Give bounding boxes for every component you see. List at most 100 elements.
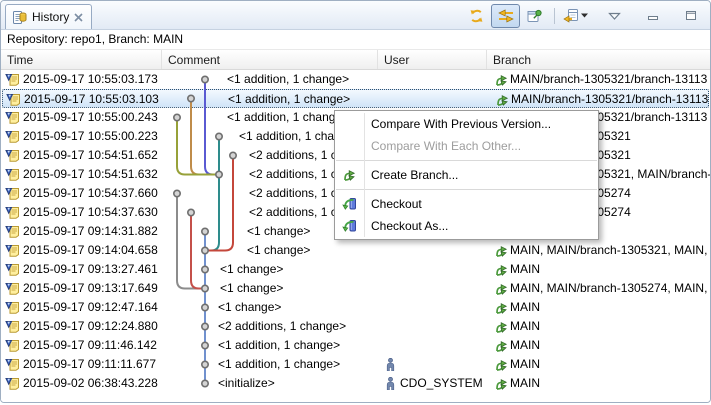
view-menu-icon xyxy=(608,12,621,20)
branch-icon xyxy=(494,263,508,276)
tab-history[interactable]: History xyxy=(5,4,92,29)
view-menu-button[interactable] xyxy=(600,4,629,28)
branch-icon xyxy=(494,244,508,257)
menu-separator xyxy=(336,189,597,190)
pin-view-button[interactable] xyxy=(520,4,549,28)
branch-cell: MAIN/branch-1305321/branch-13113 xyxy=(511,90,708,109)
table-row[interactable]: 2015-09-02 06:38:43.228 <initialize> CDO_S… xyxy=(2,374,709,393)
table-row[interactable]: 2015-09-17 09:14:04.658<1 change>MAIN, M… xyxy=(2,241,709,260)
commit-icon xyxy=(5,205,20,219)
tab-history-label: History xyxy=(32,10,69,24)
repository-info: Repository: repo1, Branch: MAIN xyxy=(1,30,710,49)
branch-icon xyxy=(342,168,356,181)
minimize-button[interactable] xyxy=(638,4,667,28)
user-icon xyxy=(386,358,395,371)
menu-item-create-branch[interactable]: Create Branch... xyxy=(335,164,598,186)
table-row[interactable]: 2015-09-17 10:55:03.103<1 addition, 1 ch… xyxy=(2,89,709,108)
context-menu: Compare With Previous Version... Compare … xyxy=(334,110,599,240)
time-cell: 2015-09-17 10:54:51.632 xyxy=(23,165,158,184)
commit-icon xyxy=(5,129,20,143)
branch-icon xyxy=(494,320,508,333)
menu-item-label: Compare With Each Other... xyxy=(371,139,521,153)
time-cell: 2015-09-17 10:55:00.243 xyxy=(23,108,158,127)
refresh-icon xyxy=(468,8,485,24)
commit-icon xyxy=(5,167,20,181)
table-mode-button[interactable] xyxy=(560,4,591,28)
table-row[interactable]: 2015-09-17 09:13:17.649<1 change>MAIN, M… xyxy=(2,279,709,298)
branch-cell: MAIN, MAIN/branch-1305321, MAIN, xyxy=(510,241,707,260)
branch-cell: MAIN xyxy=(510,336,540,355)
branch-cell: MAIN xyxy=(510,317,540,336)
close-icon[interactable] xyxy=(74,13,83,22)
refresh-button[interactable] xyxy=(462,4,491,28)
menu-item-label: Checkout As... xyxy=(371,219,448,233)
commit-icon xyxy=(5,338,20,352)
maximize-icon xyxy=(685,10,697,21)
branch-cell: MAIN/branch-1305321/branch-13113 xyxy=(510,70,707,89)
table-row[interactable]: 2015-09-17 09:12:24.880 <2 additions, 1 c… xyxy=(2,317,709,336)
user-cell: CDO_SYSTEM xyxy=(400,374,483,393)
dropdown-caret-icon xyxy=(581,13,588,18)
user-icon xyxy=(386,377,395,390)
commit-icon xyxy=(5,357,20,371)
table-row[interactable]: 2015-09-17 09:11:11.677 <1 addition, 1 ch… xyxy=(2,355,709,374)
table-header: TimeCommentUserBranch xyxy=(1,49,710,70)
comment-cell: <1 addition, 1 change> xyxy=(227,70,349,89)
branch-icon xyxy=(494,301,508,314)
commit-icon xyxy=(5,376,20,390)
time-cell: 2015-09-17 09:13:27.461 xyxy=(23,260,158,279)
menu-item-label: Checkout xyxy=(371,197,422,211)
comment-cell: <initialize> xyxy=(218,374,275,393)
view-tab-bar: History xyxy=(1,1,710,30)
column-header-user[interactable]: User xyxy=(377,50,486,69)
commit-icon xyxy=(5,110,20,124)
branch-icon xyxy=(494,377,508,390)
menu-item-label: Create Branch... xyxy=(371,168,458,182)
time-cell: 2015-09-17 09:12:47.164 xyxy=(23,298,158,317)
commit-icon xyxy=(5,319,20,333)
comment-cell: <1 addition, 1 change> xyxy=(218,355,340,374)
time-cell: 2015-09-17 09:12:24.880 xyxy=(23,317,158,336)
column-header-comment[interactable]: Comment xyxy=(161,50,377,69)
menu-item-label: Compare With Previous Version... xyxy=(371,117,551,131)
comment-cell: <1 change> xyxy=(220,279,283,298)
minimize-icon xyxy=(647,11,659,21)
branch-cell: MAIN xyxy=(510,355,540,374)
checkout-icon xyxy=(342,197,357,211)
commit-icon xyxy=(5,281,20,295)
link-arrows-icon xyxy=(498,9,514,23)
table-row[interactable]: 2015-09-17 09:12:47.164<1 change>MAIN xyxy=(2,298,709,317)
branch-cell: MAIN, MAIN/branch-1305274, MAIN, xyxy=(510,279,707,298)
table-row[interactable]: 2015-09-17 09:11:46.142 <1 addition, 1 ch… xyxy=(2,336,709,355)
comment-cell: <2 additions, 1 change> xyxy=(218,317,346,336)
commit-icon xyxy=(5,186,20,200)
branch-icon xyxy=(495,93,509,106)
branch-cell: MAIN xyxy=(510,374,540,393)
branch-icon xyxy=(494,282,508,295)
maximize-button[interactable] xyxy=(676,4,705,28)
column-header-time[interactable]: Time xyxy=(1,50,161,69)
menu-item-compare-with-previous-version[interactable]: Compare With Previous Version... xyxy=(335,113,598,135)
time-cell: 2015-09-17 09:11:11.677 xyxy=(23,355,156,374)
table-row[interactable]: 2015-09-17 09:13:27.461<1 change>MAIN xyxy=(2,260,709,279)
link-with-selection-toggle[interactable] xyxy=(491,4,520,28)
time-cell: 2015-09-17 09:14:31.882 xyxy=(23,222,158,241)
comment-cell: <1 addition, 1 change> xyxy=(228,90,350,109)
branch-cell: MAIN xyxy=(510,298,540,317)
table-row[interactable]: 2015-09-17 10:55:03.173 <1 addition, 1 ch… xyxy=(2,70,709,89)
comment-cell: <1 addition, 1 change> xyxy=(218,336,340,355)
branch-icon xyxy=(494,358,508,371)
pin-icon xyxy=(527,9,542,23)
commit-icon xyxy=(5,224,20,238)
table-arrow-icon xyxy=(563,8,579,23)
menu-item-checkout-as[interactable]: Checkout As... xyxy=(335,215,598,237)
menu-separator xyxy=(336,160,597,161)
column-header-branch[interactable]: Branch xyxy=(486,50,711,69)
time-cell: 2015-09-02 06:38:43.228 xyxy=(23,374,158,393)
time-cell: 2015-09-17 10:55:03.173 xyxy=(23,70,158,89)
view-toolbar xyxy=(462,4,705,27)
menu-item-checkout[interactable]: Checkout xyxy=(335,193,598,215)
comment-cell: <1 change> xyxy=(247,222,310,241)
time-cell: 2015-09-17 09:11:46.142 xyxy=(23,336,157,355)
commit-icon xyxy=(5,262,20,276)
